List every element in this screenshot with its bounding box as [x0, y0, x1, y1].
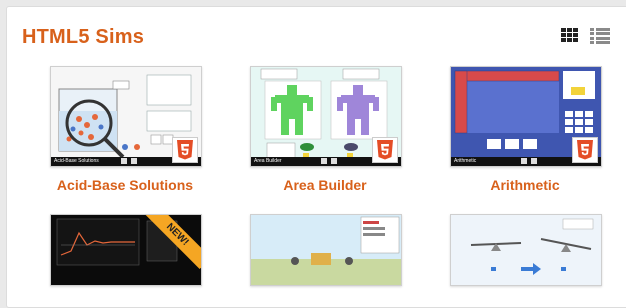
html5-icon: [172, 137, 198, 163]
sim-thumbnail-row2-3[interactable]: [450, 214, 602, 286]
html5-icon: [372, 137, 398, 163]
home-icon: [331, 158, 337, 164]
sim-caption: Area Builder: [254, 158, 282, 164]
sim-thumbnail-row2-2[interactable]: [250, 214, 402, 286]
sim-thumbnail-area-builder[interactable]: Area Builder: [250, 66, 402, 167]
sim-thumbnail-acid-base-solutions[interactable]: Acid-Base Solutions: [50, 66, 202, 167]
sim-thumbnail-arithmetic[interactable]: Arithmetic: [450, 66, 602, 167]
sim-label-acid-base-solutions[interactable]: Acid-Base Solutions: [30, 177, 220, 193]
sim-caption: Acid-Base Solutions: [54, 158, 99, 164]
row2-3-thumbnail-art: [451, 215, 601, 285]
html5-icon: [572, 137, 598, 163]
home-icon: [531, 158, 537, 164]
sim-thumbnail-row2-1[interactable]: NEW!: [50, 214, 202, 286]
section-title: HTML5 Sims: [22, 26, 145, 48]
list-view-icon[interactable]: [590, 28, 610, 44]
sim-label-area-builder[interactable]: Area Builder: [230, 177, 420, 193]
row2-2-thumbnail-art: [251, 215, 401, 285]
sim-label-arithmetic[interactable]: Arithmetic: [430, 177, 620, 193]
view-toggle: [561, 28, 610, 44]
screen-icon: [521, 158, 527, 164]
sim-caption: Arithmetic: [454, 158, 477, 164]
grid-view-icon[interactable]: [561, 28, 579, 44]
screen-icon: [321, 158, 327, 164]
home-icon: [131, 158, 137, 164]
screen-icon: [121, 158, 127, 164]
